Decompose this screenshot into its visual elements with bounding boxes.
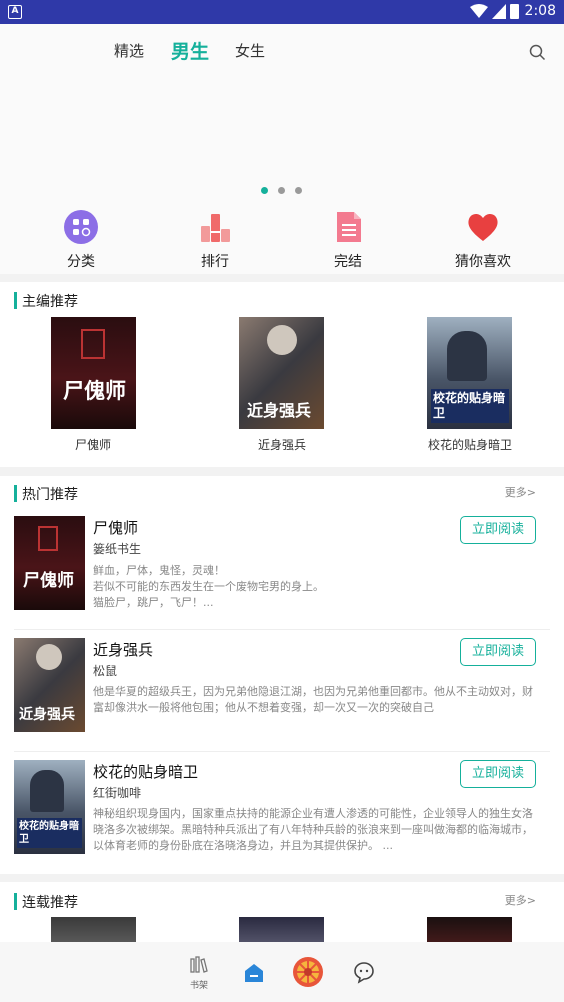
document-icon <box>330 209 366 245</box>
cover-text: 尸傀师 <box>23 571 74 591</box>
bottom-nav: 书架 <box>0 942 564 1002</box>
wifi-icon <box>470 4 488 18</box>
book-title[interactable]: 尸傀师 <box>93 517 138 538</box>
book-title[interactable]: 校花的贴身暗卫 <box>410 436 530 453</box>
grid-icon <box>63 209 99 245</box>
tab-male[interactable]: 男生 <box>171 37 209 64</box>
more-link[interactable]: 更多> <box>505 892 536 908</box>
book-title[interactable]: 校花的贴身暗卫 <box>93 761 198 782</box>
category-classify[interactable]: 分类 <box>31 209 131 271</box>
banner-pager <box>261 179 312 198</box>
nav-lucky-wheel[interactable] <box>292 956 324 992</box>
section-title: 主编推荐 <box>14 291 78 311</box>
book-description: 神秘组织现身国内，国家重点扶持的能源企业有遭人渗透的可能性，企业领导人的独生女洛… <box>93 807 533 852</box>
nav-home[interactable] <box>243 962 265 988</box>
cover-text: 尸傀师 <box>63 378 126 403</box>
book-description: 他是华夏的超级兵王，因为兄弟他隐退江湖，也因为兄弟他重回都市。他从不主动奴对，财… <box>93 685 533 714</box>
book-cover[interactable]: 近身强兵 <box>239 317 324 429</box>
book-cover[interactable]: 校花的贴身暗卫 <box>14 760 85 854</box>
category-label: 猜你喜欢 <box>455 254 511 270</box>
book-title[interactable]: 近身强兵 <box>222 436 342 453</box>
clock: 2:08 <box>524 3 556 19</box>
book-title[interactable]: 近身强兵 <box>93 639 153 660</box>
read-now-button[interactable]: 立即阅读 <box>460 760 536 788</box>
category-label: 排行 <box>201 254 229 270</box>
book-cover[interactable] <box>51 917 136 942</box>
cover-art <box>36 644 62 670</box>
cover-art <box>38 526 58 551</box>
read-now-button[interactable]: 立即阅读 <box>460 638 536 666</box>
pager-dot[interactable] <box>295 187 302 194</box>
cover-art <box>81 329 105 359</box>
cover-text: 校花的贴身暗卫 <box>17 818 82 848</box>
pager-dot[interactable] <box>278 187 285 194</box>
book-cover[interactable]: 尸傀师 <box>51 317 136 429</box>
cover-text: 校花的贴身暗卫 <box>431 389 509 423</box>
chat-bubble-icon <box>354 962 374 984</box>
cover-art <box>447 331 487 381</box>
book-description: 鲜血，尸体，鬼怪，灵魂！ 若似不可能的东西发生在一个废物宅男的身上。 猫脸尸，跳… <box>93 564 324 609</box>
book-title[interactable]: 尸傀师 <box>33 436 153 453</box>
book-author: 篓纸书生 <box>93 542 142 556</box>
book-cover[interactable] <box>239 917 324 942</box>
nav-message[interactable] <box>352 960 376 988</box>
section-title: 热门推荐 <box>14 484 78 504</box>
category-ranking[interactable]: 排行 <box>165 209 265 271</box>
divider <box>14 751 550 752</box>
battery-icon <box>510 4 519 19</box>
bar-chart-icon <box>197 209 233 245</box>
book-author: 红街咖啡 <box>93 786 142 800</box>
serial-section: 连载推荐 更多> <box>0 882 564 942</box>
pager-dot[interactable] <box>261 187 268 194</box>
category-finished[interactable]: 完结 <box>298 209 398 271</box>
section-title: 连载推荐 <box>14 892 78 912</box>
cover-art <box>30 770 64 812</box>
book-author: 松鼠 <box>93 664 118 678</box>
divider <box>14 629 550 630</box>
cover-text: 近身强兵 <box>19 707 75 723</box>
nav-label: 书架 <box>189 981 208 991</box>
heart-icon <box>465 209 501 245</box>
book-cover[interactable]: 校花的贴身暗卫 <box>427 317 512 429</box>
top-area: 精选 男生 女生 分类 排行 完结 猜你喜欢 <box>0 24 564 274</box>
cellular-icon <box>492 4 506 19</box>
home-icon <box>245 964 263 982</box>
cover-art <box>267 325 297 355</box>
book-cover[interactable]: 尸傀师 <box>14 516 85 610</box>
tab-female[interactable]: 女生 <box>235 40 265 61</box>
category-guess[interactable]: 猜你喜欢 <box>433 209 533 271</box>
book-cover[interactable] <box>427 917 512 942</box>
editor-picks-section: 主编推荐 尸傀师 尸傀师 近身强兵 近身强兵 校花的贴身暗卫 校花的贴身暗卫 <box>0 282 564 467</box>
notification-icon: A <box>8 5 22 19</box>
lucky-wheel-icon <box>293 957 323 987</box>
more-link[interactable]: 更多> <box>505 484 536 500</box>
hot-section: 热门推荐 更多> 尸傀师 尸傀师 篓纸书生 鲜血，尸体，鬼怪，灵魂！ 若似不可能… <box>0 476 564 874</box>
search-icon[interactable] <box>529 44 546 61</box>
bookshelf-icon <box>190 956 208 973</box>
status-bar: A 2:08 <box>0 0 564 24</box>
tab-featured[interactable]: 精选 <box>114 40 144 61</box>
read-now-button[interactable]: 立即阅读 <box>460 516 536 544</box>
cover-text: 近身强兵 <box>247 401 312 420</box>
book-cover[interactable]: 近身强兵 <box>14 638 85 732</box>
nav-bookshelf[interactable]: 书架 <box>189 956 209 991</box>
category-label: 分类 <box>67 254 95 270</box>
category-label: 完结 <box>334 254 362 270</box>
